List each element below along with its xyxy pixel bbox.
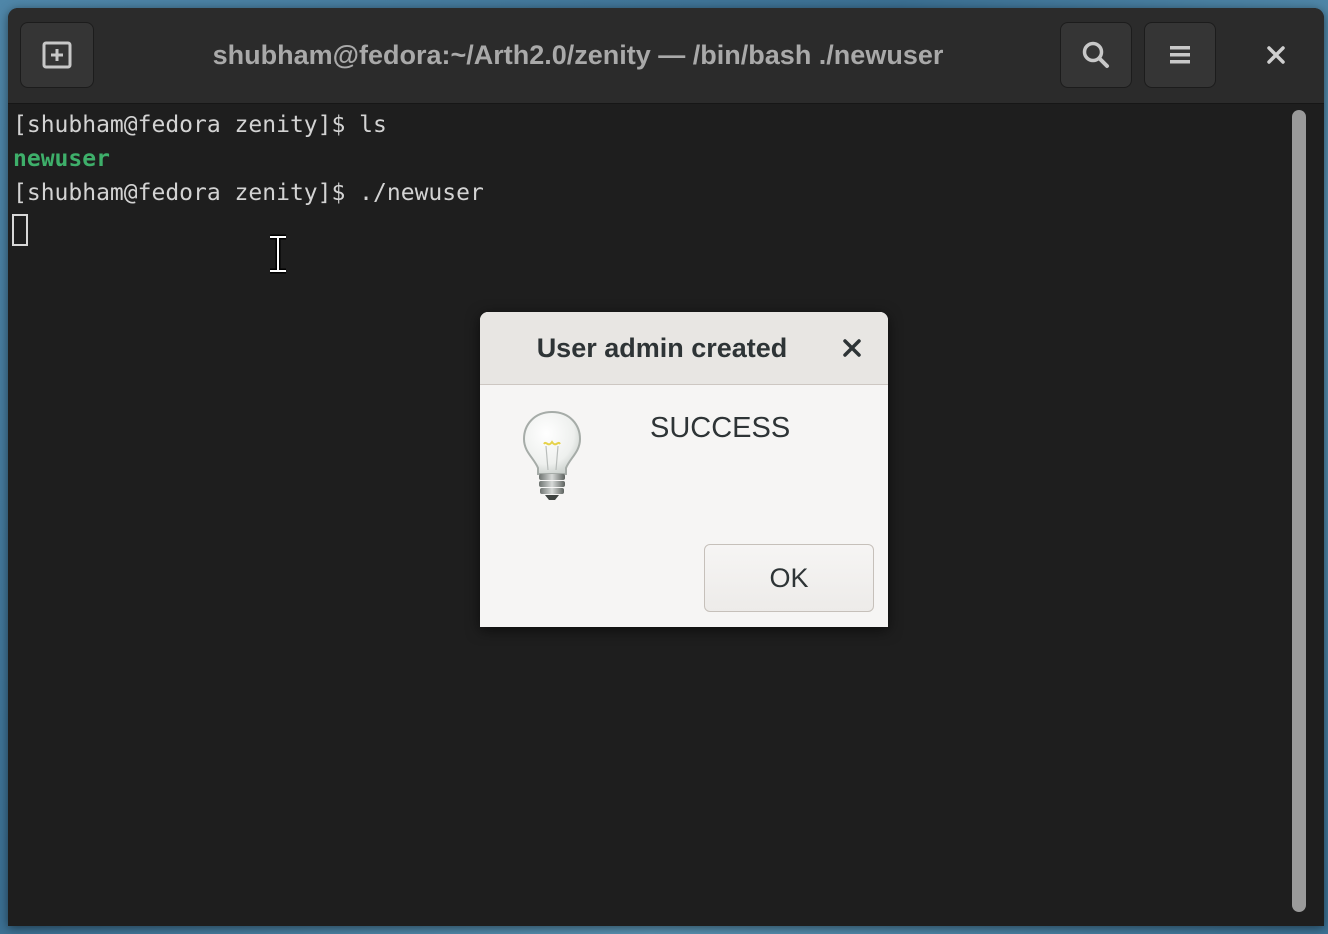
search-icon [1082,41,1109,68]
dialog-close-button[interactable] [830,326,874,370]
ok-button[interactable]: OK [704,544,874,612]
dialog-header: User admin created [480,312,888,385]
hamburger-menu-icon [1170,46,1190,64]
terminal-line: [shubham@fedora zenity]$ ls [13,112,387,138]
window-title: shubham@fedora:~/Arth2.0/zenity — /bin/b… [212,40,944,70]
lightbulb-icon [522,410,582,500]
window-close-button[interactable] [1248,22,1304,88]
close-icon [843,339,861,357]
new-tab-icon [42,41,72,69]
search-button[interactable] [1060,22,1132,88]
header-bar: shubham@fedora:~/Arth2.0/zenity — /bin/b… [8,8,1324,104]
terminal-line-executable: newuser [13,146,110,172]
terminal-line: [shubham@fedora zenity]$ ./newuser [13,180,484,206]
main-menu-button[interactable] [1144,22,1216,88]
scrollbar-thumb[interactable] [1292,110,1306,912]
dialog-message: SUCCESS [650,412,791,444]
text-cursor [12,214,28,246]
new-tab-button[interactable] [20,22,94,88]
ibeam-cursor-icon [270,234,286,274]
info-dialog: User admin created SUCCESS OK [480,312,888,627]
dialog-title: User admin created [536,333,788,363]
close-icon [1267,46,1285,64]
